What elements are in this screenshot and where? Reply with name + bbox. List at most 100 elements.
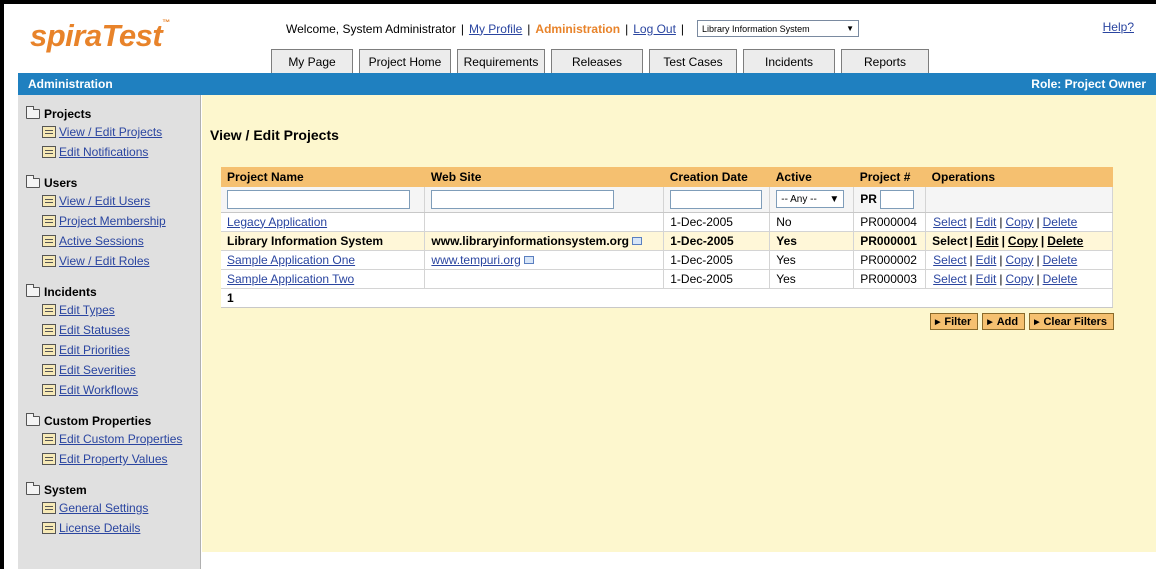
project-number-filter-input[interactable] [879, 189, 914, 209]
creation-date-cell: 1-Dec-2005 [663, 269, 771, 289]
sidebar-item-edit-property-values[interactable]: Edit Property Values [18, 449, 200, 469]
note-icon [42, 453, 56, 465]
sidebar-item-active-sessions[interactable]: Active Sessions [18, 231, 200, 251]
projects-table: Project Name Web Site Creation Date Acti… [221, 167, 1113, 308]
web-site-link[interactable]: www.libraryinformationsystem.org [431, 234, 629, 248]
tab-reports[interactable]: Reports [841, 49, 929, 73]
sidebar-item-edit-priorities[interactable]: Edit Priorities [18, 340, 200, 360]
project-name-link[interactable]: Legacy Application [227, 215, 327, 229]
delete-link[interactable]: Delete [1043, 215, 1078, 229]
edit-link[interactable]: Edit [976, 272, 997, 286]
sidebar-item-edit-statuses[interactable]: Edit Statuses [18, 320, 200, 340]
delete-link[interactable]: Delete [1043, 253, 1078, 267]
sidebar-item-label[interactable]: View / Edit Roles [59, 254, 150, 268]
sidebar-item-label[interactable]: View / Edit Projects [59, 125, 162, 139]
tab-incidents[interactable]: Incidents [743, 49, 835, 73]
log-out-link[interactable]: Log Out [633, 22, 676, 36]
tab-project-home[interactable]: Project Home [359, 49, 451, 73]
copy-link[interactable]: Copy [1005, 215, 1033, 229]
column-header-web-site[interactable]: Web Site [424, 167, 664, 187]
project-name-link[interactable]: Sample Application One [227, 253, 355, 267]
clear-filters-button[interactable]: ▶ Clear Filters [1029, 313, 1115, 330]
sidebar-item-edit-custom-properties[interactable]: Edit Custom Properties [18, 429, 200, 449]
project-select[interactable]: Library Information System ▼ [697, 20, 860, 37]
note-icon [42, 146, 56, 158]
sidebar-section-users: Users View / Edit Users Project Membersh… [18, 174, 200, 271]
sidebar-item-label[interactable]: Edit Property Values [59, 452, 168, 466]
sidebar-item-label[interactable]: License Details [59, 521, 140, 535]
sidebar-item-general-settings[interactable]: General Settings [18, 498, 200, 518]
edit-link[interactable]: Edit [976, 215, 997, 229]
creation-date-filter-input[interactable] [670, 189, 763, 209]
copy-link[interactable]: Copy [1008, 234, 1038, 248]
project-name-link[interactable]: Sample Application Two [227, 272, 354, 286]
project-prefix-label: PR [860, 192, 877, 207]
spiratest-logo[interactable]: spiraTest™ [30, 18, 170, 54]
sidebar-item-label[interactable]: Edit Statuses [59, 323, 130, 337]
copy-link[interactable]: Copy [1005, 272, 1033, 286]
sidebar-item-label[interactable]: Edit Notifications [59, 145, 148, 159]
external-link-icon[interactable] [632, 237, 643, 246]
project-number-cell: PR000002 [853, 250, 927, 270]
sidebar-item-label[interactable]: Active Sessions [59, 234, 144, 248]
web-site-link[interactable]: www.tempuri.org [431, 253, 520, 267]
main-content: View / Edit Projects Project Name Web Si… [202, 95, 1156, 552]
filter-button[interactable]: ▶ Filter [930, 313, 979, 330]
sidebar-item-view-edit-projects[interactable]: View / Edit Projects [18, 122, 200, 142]
page-number[interactable]: 1 [221, 288, 1113, 308]
copy-link[interactable]: Copy [1005, 253, 1033, 267]
delete-link[interactable]: Delete [1047, 234, 1083, 248]
sidebar-item-edit-severities[interactable]: Edit Severities [18, 360, 200, 380]
sidebar-section-custom-properties: Custom Properties Edit Custom Properties… [18, 412, 200, 469]
sidebar-item-view-edit-users[interactable]: View / Edit Users [18, 191, 200, 211]
sidebar-item-edit-notifications[interactable]: Edit Notifications [18, 142, 200, 162]
project-name-filter-input[interactable] [227, 189, 410, 209]
web-site-filter-input[interactable] [431, 189, 615, 209]
help-link[interactable]: Help? [1103, 20, 1134, 34]
column-header-project-number[interactable]: Project # [853, 167, 926, 187]
select-link[interactable]: Select [933, 215, 966, 229]
table-actions: ▶ Filter ▶ Add ▶ Clear Filters [930, 313, 1115, 330]
sidebar-item-label[interactable]: Edit Priorities [59, 343, 130, 357]
project-number-filter: PR [860, 189, 919, 209]
administration-link[interactable]: Administration [535, 22, 620, 36]
active-filter-value: -- Any -- [781, 193, 817, 205]
table-row-selected: Library Information System www.libraryin… [221, 231, 1113, 251]
select-link[interactable]: Select [933, 272, 966, 286]
note-icon [42, 215, 56, 227]
sidebar-item-project-membership[interactable]: Project Membership [18, 211, 200, 231]
edit-link[interactable]: Edit [976, 253, 997, 267]
tab-releases[interactable]: Releases [551, 49, 643, 73]
edit-link[interactable]: Edit [976, 234, 999, 248]
web-site-cell: www.libraryinformationsystem.org [424, 231, 665, 251]
sidebar-section-title: Users [44, 175, 78, 190]
sidebar-item-license-details[interactable]: License Details [18, 518, 200, 538]
tab-my-page[interactable]: My Page [271, 49, 353, 73]
tab-requirements[interactable]: Requirements [457, 49, 545, 73]
column-header-active[interactable]: Active [769, 167, 854, 187]
sidebar-item-edit-workflows[interactable]: Edit Workflows [18, 380, 200, 400]
web-site-cell [424, 212, 665, 232]
sidebar-item-edit-types[interactable]: Edit Types [18, 300, 200, 320]
column-header-project-name[interactable]: Project Name [221, 167, 425, 187]
external-link-icon[interactable] [523, 256, 534, 265]
column-header-creation-date[interactable]: Creation Date [663, 167, 770, 187]
sidebar-item-label[interactable]: Edit Custom Properties [59, 432, 182, 446]
delete-link[interactable]: Delete [1043, 272, 1078, 286]
sidebar-item-label[interactable]: View / Edit Users [59, 194, 150, 208]
sidebar-item-label[interactable]: Edit Workflows [59, 383, 138, 397]
my-profile-link[interactable]: My Profile [469, 22, 522, 36]
sidebar-item-label[interactable]: Edit Severities [59, 363, 136, 377]
active-filter-select[interactable]: -- Any -- ▼ [776, 190, 845, 209]
creation-date-cell: 1-Dec-2005 [663, 231, 771, 251]
add-button[interactable]: ▶ Add [982, 313, 1026, 330]
filter-row: -- Any -- ▼ PR [221, 187, 1113, 213]
sidebar-item-view-edit-roles[interactable]: View / Edit Roles [18, 251, 200, 271]
select-link[interactable]: Select [933, 253, 966, 267]
sidebar-item-label[interactable]: Project Membership [59, 214, 166, 228]
tab-test-cases[interactable]: Test Cases [649, 49, 737, 73]
sidebar-item-label[interactable]: General Settings [59, 501, 148, 515]
note-icon [42, 433, 56, 445]
operations-cell: Select | Edit | Copy | Delete [925, 250, 1113, 270]
sidebar-item-label[interactable]: Edit Types [59, 303, 115, 317]
